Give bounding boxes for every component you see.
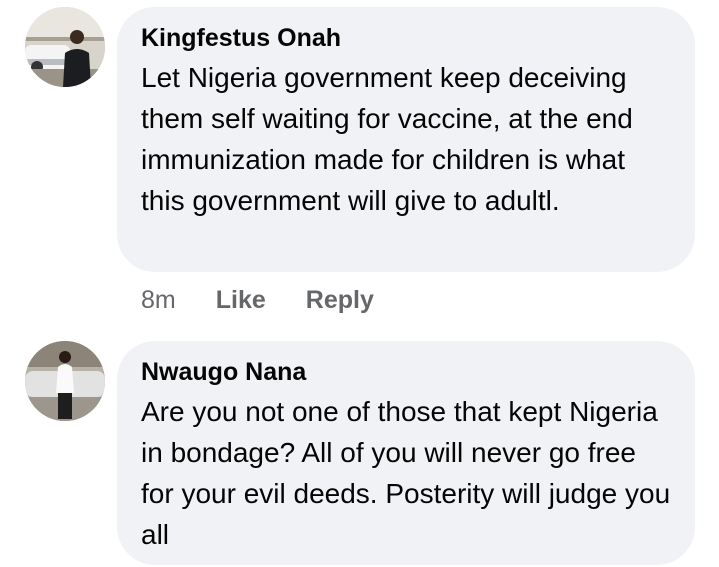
like-button[interactable]: Like (216, 286, 266, 315)
comment-bubble: Kingfestus Onah Let Nigeria government k… (117, 7, 695, 272)
avatar[interactable] (25, 7, 105, 87)
comment-actions: 8m Like Reply (141, 286, 374, 315)
comment-timestamp[interactable]: 8m (141, 286, 176, 315)
profile-photo-icon (25, 341, 105, 421)
avatar[interactable] (25, 341, 105, 421)
profile-photo-icon (25, 7, 105, 87)
comment-text: Let Nigeria government keep deceiving th… (141, 62, 633, 216)
comment-text: Are you not one of those that kept Niger… (141, 396, 671, 550)
comment-author[interactable]: Nwaugo Nana (141, 357, 306, 387)
comment-bubble: Nwaugo Nana Are you not one of those tha… (117, 341, 695, 565)
reply-button[interactable]: Reply (306, 286, 374, 315)
comment-author[interactable]: Kingfestus Onah (141, 23, 341, 53)
